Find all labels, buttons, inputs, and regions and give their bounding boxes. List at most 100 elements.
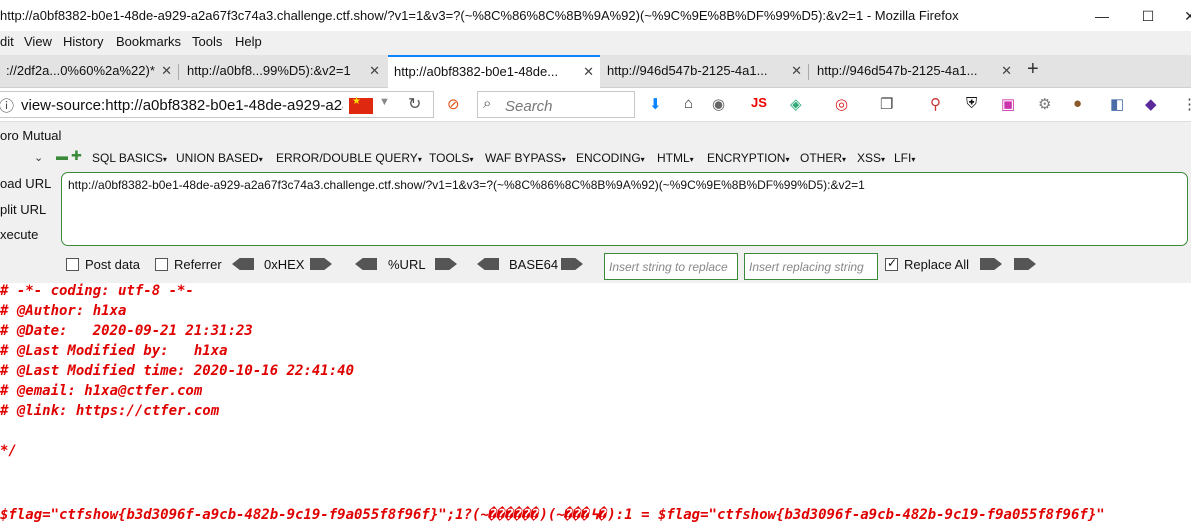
- cookie-icon[interactable]: ●: [1073, 95, 1082, 112]
- menu-encryption[interactable]: ENCRYPTION▾: [707, 151, 789, 165]
- minus-icon[interactable]: ▬: [56, 149, 68, 163]
- hackbar-url-textarea[interactable]: http://a0bf8382-b0e1-48de-a929-a2a67f3c7…: [61, 172, 1188, 246]
- tab-label: http://a0bf8382-b0e1-48de...: [394, 64, 559, 79]
- hackbar-url-value[interactable]: http://a0bf8382-b0e1-48de-a929-a2a67f3c7…: [68, 178, 865, 192]
- navigation-bar: ⓘ view-source:http://a0bf8382-b0e1-48de-…: [0, 88, 1191, 122]
- extension-icon[interactable]: ▣: [1001, 95, 1015, 113]
- gear-icon[interactable]: ⚙: [1038, 95, 1051, 113]
- download-icon[interactable]: ⬇: [649, 95, 662, 113]
- url-encode-arrow-icon[interactable]: [435, 258, 457, 270]
- menu-waf-bypass[interactable]: WAF BYPASS▾: [485, 151, 566, 165]
- tab-close-icon[interactable]: ✕: [1001, 55, 1012, 87]
- menu-view[interactable]: View: [24, 34, 52, 49]
- menu-html[interactable]: HTML▾: [657, 151, 694, 165]
- source-line: # @Date: 2020-09-21 21:31:23: [0, 323, 253, 339]
- tab-close-icon[interactable]: ✕: [791, 55, 802, 87]
- info-icon[interactable]: ⓘ: [0, 95, 14, 116]
- address-bar[interactable]: ⓘ view-source:http://a0bf8382-b0e1-48de-…: [0, 91, 434, 118]
- hex-encode-arrow-icon[interactable]: [310, 258, 332, 270]
- overflow-menu-icon[interactable]: ⋮: [1182, 95, 1191, 113]
- split-url-button[interactable]: plit URL: [0, 202, 46, 217]
- translate-icon[interactable]: ◈: [790, 95, 802, 113]
- url-decode-arrow-icon[interactable]: [355, 258, 377, 270]
- menu-label: UNION BASED: [176, 151, 259, 165]
- hex-label: 0xHEX: [264, 257, 305, 272]
- globe-icon[interactable]: ◉: [712, 95, 725, 113]
- tab-close-icon[interactable]: ✕: [369, 55, 380, 87]
- close-window-button[interactable]: ✕: [1170, 3, 1191, 29]
- tab-3-active[interactable]: http://a0bf8382-b0e1-48de... ✕: [388, 55, 600, 89]
- window-icon[interactable]: ❐: [880, 95, 893, 113]
- vpn-icon[interactable]: ◆: [1145, 95, 1157, 113]
- execute-button[interactable]: xecute: [0, 227, 38, 242]
- menu-union-based[interactable]: UNION BASED▾: [176, 151, 263, 165]
- post-data-checkbox[interactable]: [66, 258, 79, 271]
- replace-string-input[interactable]: Insert string to replace: [604, 253, 738, 280]
- minimize-button[interactable]: —: [1082, 3, 1122, 29]
- url-label: %URL: [388, 257, 426, 272]
- new-tab-button[interactable]: +: [1027, 58, 1039, 81]
- menu-history[interactable]: History: [63, 34, 103, 49]
- hackbar-panel: oro Mutual ⌄ ▬ ✚ SQL BASICS▾ UNION BASED…: [0, 122, 1191, 283]
- replace-next-arrow-icon[interactable]: [1014, 258, 1036, 270]
- replace-all-checkbox[interactable]: [885, 256, 898, 271]
- tab-label: http://a0bf8...99%D5):&v2=1: [187, 63, 351, 78]
- load-url-button[interactable]: oad URL: [0, 176, 51, 191]
- menu-label: LFI: [894, 151, 912, 165]
- referrer-checkbox[interactable]: [155, 258, 168, 271]
- menu-lfi[interactable]: LFI▾: [894, 151, 915, 165]
- tab-4[interactable]: http://946d547b-2125-4a1... ✕: [601, 55, 808, 88]
- home-icon[interactable]: ⌂: [684, 95, 693, 112]
- search-placeholder: Search: [505, 98, 553, 115]
- menu-tools[interactable]: TOOLS▾: [429, 151, 473, 165]
- chevron-down-icon[interactable]: ▼: [379, 96, 390, 108]
- menu-bookmarks[interactable]: Bookmarks: [116, 34, 181, 49]
- menu-error-double-query[interactable]: ERROR/DOUBLE QUERY▾: [276, 151, 422, 165]
- source-line: # -*- coding: utf-8 -*-: [0, 283, 194, 299]
- reload-icon[interactable]: ↻: [408, 94, 421, 114]
- referrer-label: Referrer: [174, 257, 222, 272]
- menu-label: SQL BASICS: [92, 151, 163, 165]
- replace-arrow-icon[interactable]: [980, 258, 1002, 270]
- tab-close-icon[interactable]: ✕: [583, 57, 594, 86]
- menu-xss[interactable]: XSS▾: [857, 151, 885, 165]
- tab-strip: ://2df2a...0%60%2a%22)* ✕ http://a0bf8..…: [0, 55, 1191, 89]
- post-data-label: Post data: [85, 257, 140, 272]
- window-title: http://a0bf8382-b0e1-48de-a929-a2a67f3c7…: [0, 8, 959, 23]
- zoom-icon[interactable]: ⚲: [930, 95, 941, 113]
- menu-edit[interactable]: dit: [0, 34, 14, 49]
- hackbar-icon[interactable]: ◎: [835, 95, 848, 113]
- search-icon: ⌕: [483, 95, 492, 112]
- plus-icon[interactable]: ✚: [71, 148, 82, 163]
- menu-tools[interactable]: Tools: [192, 34, 222, 49]
- js-toggle-icon[interactable]: JS: [751, 95, 767, 110]
- source-line: # @link: https://ctfer.com: [0, 403, 220, 419]
- tab-divider: [808, 64, 809, 80]
- menu-encoding[interactable]: ENCODING▾: [576, 151, 645, 165]
- china-flag-icon: ★: [349, 96, 373, 114]
- address-bar-url[interactable]: view-source:http://a0bf8382-b0e1-48de-a9…: [21, 97, 343, 114]
- menu-help[interactable]: Help: [235, 34, 262, 49]
- source-line: # @Author: h1xa: [0, 303, 127, 319]
- base64-encode-arrow-icon[interactable]: [561, 258, 583, 270]
- menu-label: TOOLS: [429, 151, 470, 165]
- tab-close-icon[interactable]: ✕: [161, 55, 172, 87]
- shield-icon[interactable]: ⛨: [966, 95, 977, 112]
- search-box[interactable]: ⌕ Search: [477, 91, 635, 118]
- hackbar-title: oro Mutual: [0, 128, 62, 143]
- tab-label: ://2df2a...0%60%2a%22)*: [6, 63, 155, 78]
- hex-decode-arrow-icon[interactable]: [232, 258, 254, 270]
- tab-5[interactable]: http://946d547b-2125-4a1... ✕: [811, 55, 1018, 88]
- replacing-string-input[interactable]: Insert replacing string: [744, 253, 878, 280]
- menu-other[interactable]: OTHER▾: [800, 151, 846, 165]
- maximize-button[interactable]: ☐: [1128, 3, 1168, 29]
- chevron-down-icon[interactable]: ⌄: [34, 151, 43, 164]
- source-line: */: [0, 443, 17, 459]
- base64-decode-arrow-icon[interactable]: [477, 258, 499, 270]
- tab-2[interactable]: http://a0bf8...99%D5):&v2=1 ✕: [181, 55, 386, 88]
- blocker-icon[interactable]: ⊘: [447, 95, 460, 113]
- menu-sql-basics[interactable]: SQL BASICS▾: [92, 151, 167, 165]
- tab-1[interactable]: ://2df2a...0%60%2a%22)* ✕: [0, 55, 178, 88]
- privacy-icon[interactable]: ◧: [1110, 95, 1124, 113]
- flag-output-line: $flag="ctfshow{b3d3096f-a9cb-482b-9c19-f…: [0, 507, 1105, 523]
